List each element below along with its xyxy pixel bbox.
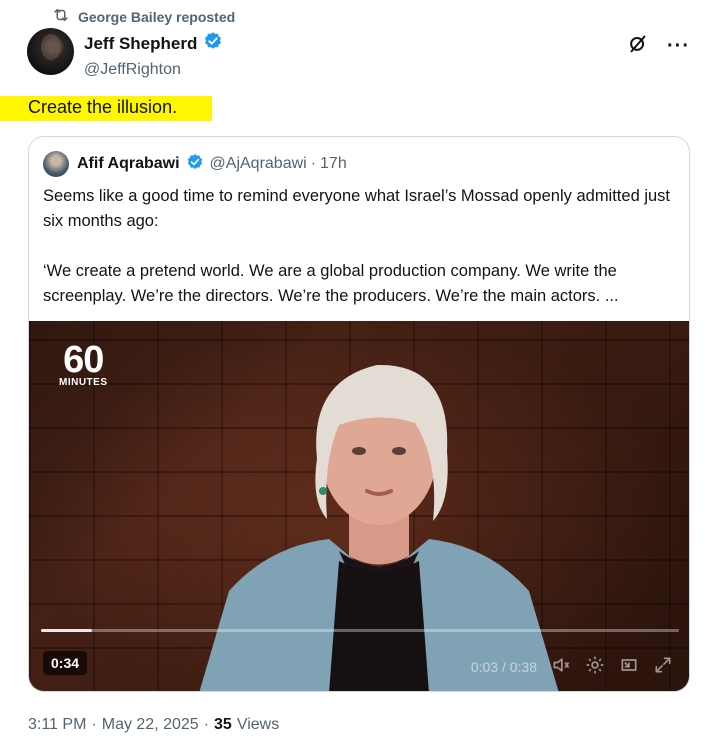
video-duration-badge: 0:34	[43, 651, 88, 675]
logo-number: 60	[63, 339, 104, 381]
post-text: Create the illusion.	[28, 97, 178, 117]
author-avatar[interactable]	[27, 28, 74, 75]
video-progress-bar[interactable]	[41, 629, 679, 632]
quoted-paragraph: Seems like a good time to remind everyon…	[43, 187, 671, 230]
quoted-post-time[interactable]: 17h	[320, 155, 347, 173]
repost-icon	[52, 6, 70, 27]
footer-separator: ·	[203, 716, 210, 733]
more-options-icon[interactable]: ···	[667, 36, 690, 56]
grok-icon[interactable]	[627, 32, 649, 59]
quoted-paragraph: ‘We create a pretend world. We are a glo…	[43, 262, 619, 305]
video-time-readout: 0:03 / 0:38	[470, 658, 537, 675]
views-label: Views	[236, 716, 280, 733]
verified-badge-icon	[186, 153, 204, 176]
quoted-post-card[interactable]: Afif Aqrabawi @AjAqrabawi · 17h Seems li…	[28, 136, 690, 692]
video-progress-fill	[41, 629, 93, 632]
logo-word: MINUTES	[59, 377, 108, 388]
sixty-minutes-logo: 60 MINUTES	[59, 339, 108, 388]
verified-badge-icon	[203, 31, 223, 56]
quoted-author-handle[interactable]: @AjAqrabawi	[210, 155, 307, 173]
quoted-post-header: Afif Aqrabawi @AjAqrabawi · 17h	[43, 151, 347, 177]
post-date[interactable]: May 22, 2025	[102, 716, 199, 734]
mute-icon[interactable]	[551, 655, 571, 678]
video-player[interactable]: 60 MINUTES 0:34 0:03 / 0:38	[29, 321, 689, 691]
fullscreen-icon[interactable]	[653, 655, 673, 678]
author-name[interactable]: Jeff Shepherd	[84, 34, 197, 54]
author-handle[interactable]: @JeffRighton	[84, 61, 223, 79]
quoted-author-name[interactable]: Afif Aqrabawi	[77, 155, 180, 173]
video-frame-person	[199, 364, 559, 691]
repost-text: George Bailey reposted	[78, 8, 236, 25]
post-top-actions: ···	[627, 32, 690, 59]
settings-gear-icon[interactable]	[585, 655, 605, 678]
author-block: Jeff Shepherd @JeffRighton	[84, 31, 223, 79]
post-footer: 3:11 PM · May 22, 2025 · 35 Views	[28, 716, 279, 734]
picture-in-picture-icon[interactable]	[619, 655, 639, 678]
quoted-post-body: Seems like a good time to remind everyon…	[43, 184, 679, 309]
meta-separator: ·	[310, 155, 317, 172]
repost-indicator[interactable]: George Bailey reposted	[52, 6, 235, 27]
views-count[interactable]: 35	[214, 716, 232, 734]
footer-separator: ·	[91, 716, 97, 733]
post-time[interactable]: 3:11 PM	[28, 716, 86, 734]
quoted-author-avatar[interactable]	[43, 151, 69, 177]
video-controls: 0:03 / 0:38	[471, 655, 673, 678]
